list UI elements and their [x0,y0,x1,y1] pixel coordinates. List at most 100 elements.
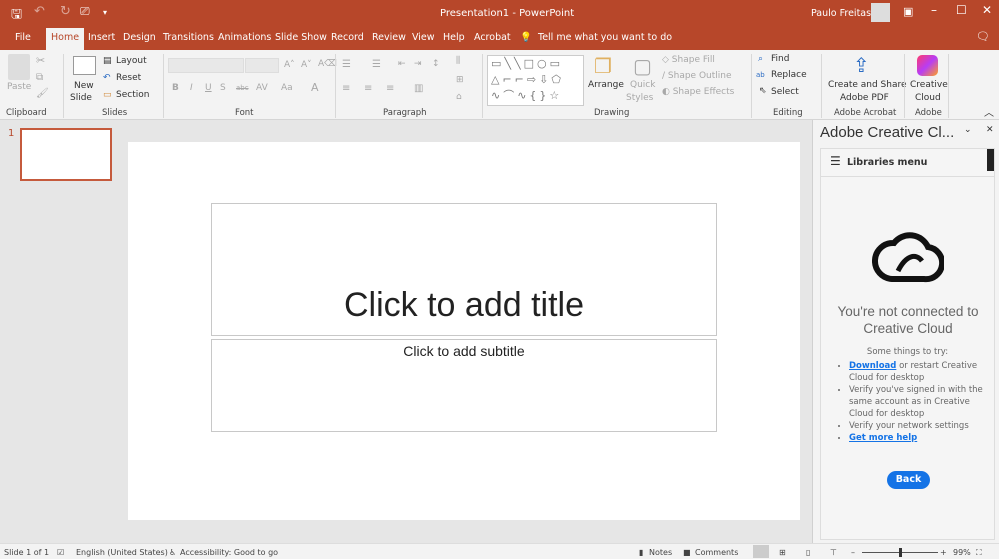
notes-button[interactable]: Notes [649,548,672,557]
grow-font-icon[interactable]: A˄ [284,60,295,70]
shapes-gallery[interactable]: ▭╲╲□○▭ △⌐⌐⇨⇩⬠ ∿⌒∿{}☆ [487,55,584,106]
comments-icon[interactable]: 🗨 [976,30,990,43]
ribbon-tabs: File Home Insert Design Transitions Anim… [0,28,999,50]
reset-button[interactable]: Reset [116,73,141,83]
zoom-slider-thumb[interactable] [898,548,902,557]
download-link[interactable]: Download [849,361,896,371]
accessibility-status[interactable]: Accessibility: Good to go [180,548,278,557]
cut-icon[interactable]: ✂ [36,54,45,67]
arrange-icon: ❐ [594,54,612,78]
bullets-icon[interactable]: ☰ [342,59,351,70]
replace-button[interactable]: Replace [771,70,807,80]
tab-design[interactable]: Design [123,32,156,43]
section-button[interactable]: Section [116,90,149,100]
line-spacing-icon[interactable]: ↕ [432,59,440,69]
font-size-select[interactable] [245,58,279,73]
numbering-icon[interactable]: ☰ [372,59,381,70]
change-case-button[interactable]: Aa [281,83,293,93]
create-pdf-button[interactable]: Create and Share [828,80,907,90]
redo-icon[interactable]: ↻ [60,4,71,19]
align-right-icon[interactable]: ≡ [386,83,394,94]
find-button[interactable]: Find [771,54,789,64]
tell-me-input[interactable]: Tell me what you want to do [538,32,672,43]
select-button[interactable]: Select [771,87,799,97]
subtitle-placeholder[interactable]: Click to add subtitle [211,339,717,432]
format-painter-icon[interactable]: 🖌 [36,88,49,99]
present-icon[interactable]: ⎚ [80,4,90,19]
shape-effects-button[interactable]: ◐ Shape Effects [662,87,734,97]
avatar[interactable] [871,3,890,22]
zoom-slider[interactable] [862,548,938,557]
tab-animations[interactable]: Animations [218,32,271,43]
tab-home[interactable]: Home [46,28,85,50]
align-text-icon[interactable]: ⊞ [456,75,464,85]
smartart-icon[interactable]: ⌂ [456,92,462,102]
text-direction-icon[interactable]: ⫼ [456,56,460,66]
arrange-button[interactable]: Arrange [588,80,624,90]
center-icon[interactable]: ≡ [364,83,372,94]
hamburger-menu-icon[interactable]: ☰ [830,154,841,168]
shape-fill-button[interactable]: ◇ Shape Fill [662,55,715,65]
collapse-ribbon-icon[interactable]: ︿ [984,104,994,119]
normal-view-button[interactable] [753,545,769,558]
language-status[interactable]: English (United States) [76,548,168,557]
libraries-menu-button[interactable]: Libraries menu [847,157,927,168]
increase-indent-icon[interactable]: ⇥ [414,59,422,69]
back-button[interactable]: Back [887,471,930,489]
tab-file[interactable]: File [15,32,31,43]
paste-button[interactable]: Paste [7,82,31,92]
close-button[interactable]: ✕ [982,3,992,17]
group-label-drawing: Drawing [594,108,630,118]
get-more-help-link[interactable]: Get more help [849,433,917,443]
slide-thumbnail[interactable] [20,128,112,181]
layout-button[interactable]: Layout [116,56,147,66]
decrease-indent-icon[interactable]: ⇤ [398,59,406,69]
zoom-level[interactable]: 99% [953,548,971,557]
shape-outline-button[interactable]: ∕ Shape Outline [662,71,732,81]
comments-button[interactable]: Comments [695,548,738,557]
shadow-icon[interactable]: S [220,83,226,93]
shrink-font-icon[interactable]: A˅ [301,60,312,70]
pane-options-icon[interactable]: ⌄ [964,125,972,135]
tab-help[interactable]: Help [443,32,465,43]
user-name[interactable]: Paulo Freitas [811,8,871,19]
tab-slide-show[interactable]: Slide Show [275,32,327,43]
underline-icon[interactable]: U [205,83,212,93]
reading-view-button[interactable]: ▯ [806,548,810,557]
tab-insert[interactable]: Insert [88,32,115,43]
title-placeholder[interactable]: Click to add title [211,203,717,336]
panel-expand-handle[interactable] [987,149,994,171]
italic-icon[interactable]: I [190,83,193,93]
creative-cloud-button[interactable]: Creative [910,80,948,90]
spelling-icon[interactable]: ☑ [57,548,64,557]
undo-icon[interactable]: ↶ [34,4,45,19]
zoom-in-button[interactable]: + [940,548,947,557]
replace-icon: ab [756,71,765,79]
tab-transitions[interactable]: Transitions [163,32,214,43]
save-icon[interactable]: 🖫 [11,5,22,27]
tab-view[interactable]: View [412,32,435,43]
columns-icon[interactable]: ▥ [414,83,423,94]
fit-to-window-icon[interactable]: ⛶ [976,548,982,558]
tab-acrobat[interactable]: Acrobat [474,32,511,43]
window-title: Presentation1 - PowerPoint [440,8,575,19]
zoom-out-button[interactable]: – [851,548,855,557]
tab-review[interactable]: Review [372,32,406,43]
ribbon-display-icon[interactable]: ▣ [903,5,913,18]
slide-sorter-button[interactable]: ⊞ [779,548,786,557]
font-color-icon[interactable]: A [311,81,319,94]
pane-close-icon[interactable]: ✕ [986,125,994,135]
slide-show-button[interactable]: ⊤ [830,548,837,557]
customize-qat-button[interactable]: ▾ [103,8,107,17]
strikethrough-icon[interactable]: abc [236,84,249,92]
copy-icon[interactable]: ⧉ [36,72,43,83]
align-left-icon[interactable]: ≡ [342,83,350,94]
quick-styles-button[interactable]: Quick [630,80,655,90]
font-family-select[interactable] [168,58,244,73]
minimize-button[interactable]: – [931,3,937,17]
bold-icon[interactable]: B [172,83,179,93]
character-spacing-icon[interactable]: AV [256,83,268,93]
new-slide-button[interactable]: New [74,81,94,91]
tab-record[interactable]: Record [331,32,364,43]
maximize-button[interactable]: ☐ [956,3,967,17]
